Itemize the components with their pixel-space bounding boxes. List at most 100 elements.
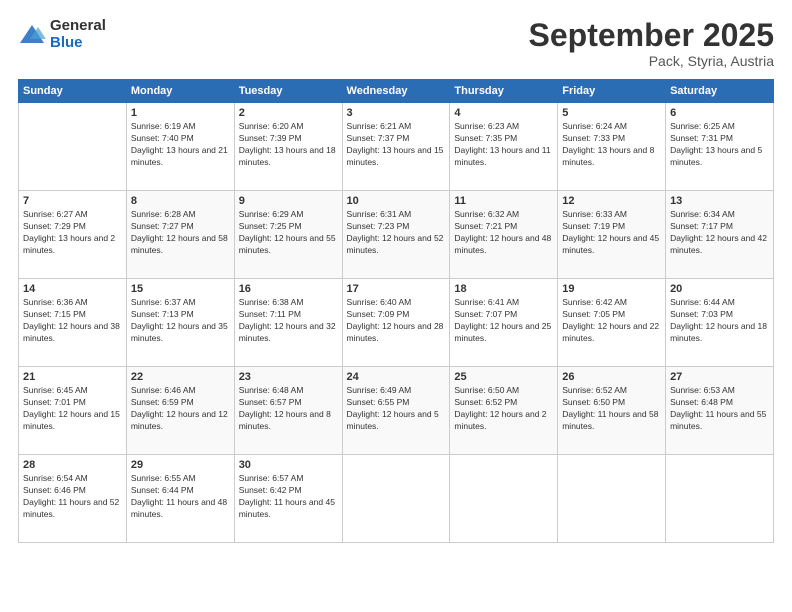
table-row: 19 Sunrise: 6:42 AMSunset: 7:05 PMDayligh… bbox=[558, 279, 666, 367]
table-row bbox=[342, 455, 450, 543]
header-thursday: Thursday bbox=[450, 80, 558, 103]
day-number: 3 bbox=[347, 107, 446, 119]
day-detail: Sunrise: 6:24 AMSunset: 7:33 PMDaylight:… bbox=[562, 121, 661, 169]
day-detail: Sunrise: 6:27 AMSunset: 7:29 PMDaylight:… bbox=[23, 209, 122, 257]
day-detail: Sunrise: 6:21 AMSunset: 7:37 PMDaylight:… bbox=[347, 121, 446, 169]
table-row bbox=[558, 455, 666, 543]
day-number: 23 bbox=[239, 371, 338, 383]
day-number: 9 bbox=[239, 195, 338, 207]
logo-text: General Blue bbox=[50, 18, 106, 51]
day-number: 14 bbox=[23, 283, 122, 295]
table-row: 14 Sunrise: 6:36 AMSunset: 7:15 PMDayligh… bbox=[19, 279, 127, 367]
day-detail: Sunrise: 6:41 AMSunset: 7:07 PMDaylight:… bbox=[454, 297, 553, 345]
day-detail: Sunrise: 6:48 AMSunset: 6:57 PMDaylight:… bbox=[239, 385, 338, 433]
table-row: 7 Sunrise: 6:27 AMSunset: 7:29 PMDaylight… bbox=[19, 191, 127, 279]
table-row: 18 Sunrise: 6:41 AMSunset: 7:07 PMDayligh… bbox=[450, 279, 558, 367]
day-detail: Sunrise: 6:38 AMSunset: 7:11 PMDaylight:… bbox=[239, 297, 338, 345]
month-title: September 2025 bbox=[529, 18, 774, 53]
day-detail: Sunrise: 6:49 AMSunset: 6:55 PMDaylight:… bbox=[347, 385, 446, 433]
day-number: 8 bbox=[131, 195, 230, 207]
calendar-week-row: 28Sunrise: 6:54 AMSunset: 6:46 PMDayligh… bbox=[19, 455, 774, 543]
header-sunday: Sunday bbox=[19, 80, 127, 103]
day-detail: Sunrise: 6:46 AMSunset: 6:59 PMDaylight:… bbox=[131, 385, 230, 433]
day-number: 13 bbox=[670, 195, 769, 207]
day-detail: Sunrise: 6:29 AMSunset: 7:25 PMDaylight:… bbox=[239, 209, 338, 257]
day-number: 19 bbox=[562, 283, 661, 295]
table-row: 5 Sunrise: 6:24 AMSunset: 7:33 PMDaylight… bbox=[558, 103, 666, 191]
day-number: 2 bbox=[239, 107, 338, 119]
day-number: 11 bbox=[454, 195, 553, 207]
day-number: 7 bbox=[23, 195, 122, 207]
day-number: 12 bbox=[562, 195, 661, 207]
table-row: 30 Sunrise: 6:57 AMSunset: 6:42 PMDayligh… bbox=[234, 455, 342, 543]
header-friday: Friday bbox=[558, 80, 666, 103]
day-detail: Sunrise: 6:23 AMSunset: 7:35 PMDaylight:… bbox=[454, 121, 553, 169]
day-number: 5 bbox=[562, 107, 661, 119]
day-detail: Sunrise: 6:31 AMSunset: 7:23 PMDaylight:… bbox=[347, 209, 446, 257]
day-number: 22 bbox=[131, 371, 230, 383]
table-row bbox=[450, 455, 558, 543]
day-detail: Sunrise: 6:19 AMSunset: 7:40 PMDaylight:… bbox=[131, 121, 230, 169]
day-detail: Sunrise: 6:37 AMSunset: 7:13 PMDaylight:… bbox=[131, 297, 230, 345]
day-detail: Sunrise: 6:32 AMSunset: 7:21 PMDaylight:… bbox=[454, 209, 553, 257]
day-detail: Sunrise: 6:40 AMSunset: 7:09 PMDaylight:… bbox=[347, 297, 446, 345]
table-row: 24 Sunrise: 6:49 AMSunset: 6:55 PMDayligh… bbox=[342, 367, 450, 455]
day-detail: Sunrise: 6:36 AMSunset: 7:15 PMDaylight:… bbox=[23, 297, 122, 345]
table-row: 17 Sunrise: 6:40 AMSunset: 7:09 PMDayligh… bbox=[342, 279, 450, 367]
day-number: 25 bbox=[454, 371, 553, 383]
day-detail: Sunrise: 6:52 AMSunset: 6:50 PMDaylight:… bbox=[562, 385, 661, 433]
day-detail: Sunrise: 6:45 AMSunset: 7:01 PMDaylight:… bbox=[23, 385, 122, 433]
page: General Blue September 2025 Pack, Styria… bbox=[0, 0, 792, 612]
calendar-week-row: 7 Sunrise: 6:27 AMSunset: 7:29 PMDaylight… bbox=[19, 191, 774, 279]
table-row: 10Sunrise: 6:31 AMSunset: 7:23 PMDayligh… bbox=[342, 191, 450, 279]
day-number: 28 bbox=[23, 459, 122, 471]
table-row: 27Sunrise: 6:53 AMSunset: 6:48 PMDayligh… bbox=[666, 367, 774, 455]
table-row: 15 Sunrise: 6:37 AMSunset: 7:13 PMDayligh… bbox=[126, 279, 234, 367]
day-number: 20 bbox=[670, 283, 769, 295]
header: General Blue September 2025 Pack, Styria… bbox=[18, 18, 774, 69]
table-row bbox=[19, 103, 127, 191]
table-row bbox=[666, 455, 774, 543]
calendar-table: Sunday Monday Tuesday Wednesday Thursday… bbox=[18, 79, 774, 543]
table-row: 4 Sunrise: 6:23 AMSunset: 7:35 PMDaylight… bbox=[450, 103, 558, 191]
table-row: 12 Sunrise: 6:33 AMSunset: 7:19 PMDayligh… bbox=[558, 191, 666, 279]
table-row: 26Sunrise: 6:52 AMSunset: 6:50 PMDayligh… bbox=[558, 367, 666, 455]
day-number: 15 bbox=[131, 283, 230, 295]
table-row: 1Sunrise: 6:19 AMSunset: 7:40 PMDaylight… bbox=[126, 103, 234, 191]
day-number: 6 bbox=[670, 107, 769, 119]
table-row: 6 Sunrise: 6:25 AMSunset: 7:31 PMDaylight… bbox=[666, 103, 774, 191]
table-row: 20Sunrise: 6:44 AMSunset: 7:03 PMDayligh… bbox=[666, 279, 774, 367]
header-monday: Monday bbox=[126, 80, 234, 103]
calendar-week-row: 14 Sunrise: 6:36 AMSunset: 7:15 PMDayligh… bbox=[19, 279, 774, 367]
table-row: 25 Sunrise: 6:50 AMSunset: 6:52 PMDayligh… bbox=[450, 367, 558, 455]
day-number: 24 bbox=[347, 371, 446, 383]
day-detail: Sunrise: 6:57 AMSunset: 6:42 PMDaylight:… bbox=[239, 473, 338, 521]
day-number: 16 bbox=[239, 283, 338, 295]
day-number: 29 bbox=[131, 459, 230, 471]
day-detail: Sunrise: 6:55 AMSunset: 6:44 PMDaylight:… bbox=[131, 473, 230, 521]
day-number: 4 bbox=[454, 107, 553, 119]
day-detail: Sunrise: 6:33 AMSunset: 7:19 PMDaylight:… bbox=[562, 209, 661, 257]
day-number: 17 bbox=[347, 283, 446, 295]
table-row: 23 Sunrise: 6:48 AMSunset: 6:57 PMDayligh… bbox=[234, 367, 342, 455]
day-number: 21 bbox=[23, 371, 122, 383]
weekday-header-row: Sunday Monday Tuesday Wednesday Thursday… bbox=[19, 80, 774, 103]
title-block: September 2025 Pack, Styria, Austria bbox=[529, 18, 774, 69]
day-number: 30 bbox=[239, 459, 338, 471]
day-detail: Sunrise: 6:53 AMSunset: 6:48 PMDaylight:… bbox=[670, 385, 769, 433]
calendar-week-row: 1Sunrise: 6:19 AMSunset: 7:40 PMDaylight… bbox=[19, 103, 774, 191]
table-row: 9 Sunrise: 6:29 AMSunset: 7:25 PMDaylight… bbox=[234, 191, 342, 279]
header-tuesday: Tuesday bbox=[234, 80, 342, 103]
table-row: 29 Sunrise: 6:55 AMSunset: 6:44 PMDayligh… bbox=[126, 455, 234, 543]
table-row: 16 Sunrise: 6:38 AMSunset: 7:11 PMDayligh… bbox=[234, 279, 342, 367]
day-detail: Sunrise: 6:25 AMSunset: 7:31 PMDaylight:… bbox=[670, 121, 769, 169]
table-row: 8 Sunrise: 6:28 AMSunset: 7:27 PMDaylight… bbox=[126, 191, 234, 279]
header-saturday: Saturday bbox=[666, 80, 774, 103]
day-detail: Sunrise: 6:42 AMSunset: 7:05 PMDaylight:… bbox=[562, 297, 661, 345]
day-detail: Sunrise: 6:50 AMSunset: 6:52 PMDaylight:… bbox=[454, 385, 553, 433]
day-number: 18 bbox=[454, 283, 553, 295]
logo: General Blue bbox=[18, 18, 106, 51]
day-detail: Sunrise: 6:28 AMSunset: 7:27 PMDaylight:… bbox=[131, 209, 230, 257]
day-detail: Sunrise: 6:34 AMSunset: 7:17 PMDaylight:… bbox=[670, 209, 769, 257]
table-row: 3 Sunrise: 6:21 AMSunset: 7:37 PMDaylight… bbox=[342, 103, 450, 191]
